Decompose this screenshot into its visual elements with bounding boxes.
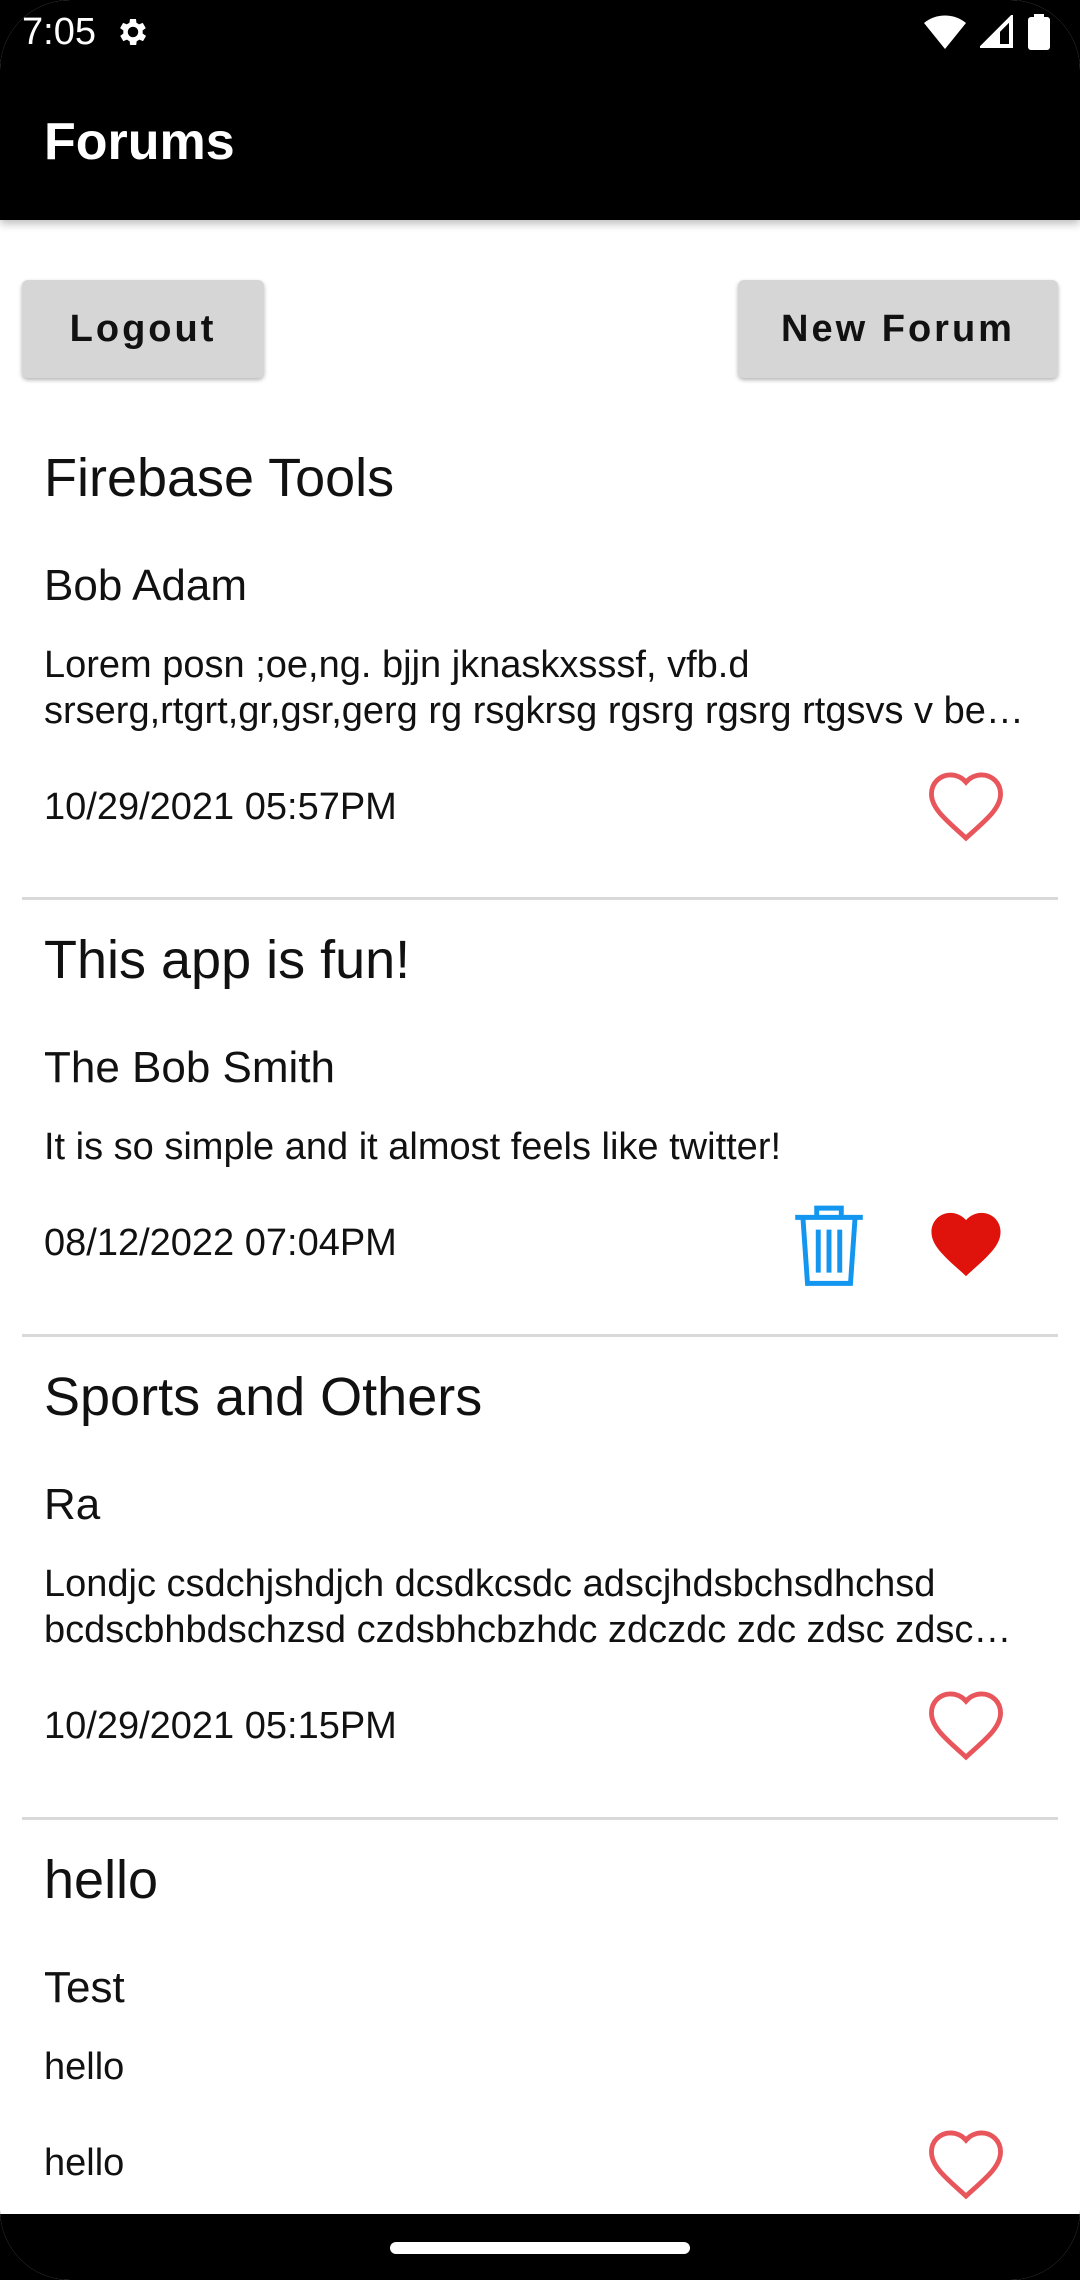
status-time: 7:05 <box>22 11 96 53</box>
page-title: Forums <box>44 113 235 171</box>
screen: 7:05 Forums Logout New Forum Firebase To… <box>0 0 1080 2280</box>
forum-list: Firebase Tools Bob Adam Lorem posn ;oe,n… <box>0 420 1080 2260</box>
forum-title: hello <box>44 1850 159 1910</box>
new-forum-button[interactable]: New Forum <box>738 280 1058 378</box>
status-bar: 7:05 <box>0 0 1080 64</box>
signal-icon <box>980 15 1013 48</box>
heart-outline-icon[interactable] <box>924 2126 1008 2202</box>
forum-author: Test <box>44 1963 125 2012</box>
forum-author: The Bob Smith <box>44 1043 336 1092</box>
logout-button[interactable]: Logout <box>22 280 264 378</box>
forum-item[interactable]: hello Test hello hello <box>0 1820 1080 2260</box>
forum-author: Bob Adam <box>44 561 248 610</box>
forum-date: 08/12/2022 07:04PM <box>44 1222 397 1264</box>
forum-item[interactable]: Firebase Tools Bob Adam Lorem posn ;oe,n… <box>0 420 1080 900</box>
navigation-bar <box>0 2214 1080 2280</box>
home-gesture-handle[interactable] <box>390 2242 690 2254</box>
forum-body: It is so simple and it almost feels like… <box>44 1126 782 1168</box>
forum-author: Ra <box>44 1480 101 1529</box>
trash-icon[interactable] <box>792 1202 866 1288</box>
gear-icon <box>120 18 147 46</box>
heart-filled-icon[interactable] <box>924 1206 1008 1282</box>
heart-outline-icon[interactable] <box>924 1687 1008 1763</box>
forum-date: 10/29/2021 05:15PM <box>44 1705 397 1747</box>
forum-item[interactable]: Sports and Others Ra Londjc csdchjshdjch… <box>0 1337 1080 1820</box>
forum-body: hello <box>44 2046 125 2088</box>
forum-body: Londjc csdchjshdjch dcsdkcsdc adscjhdsbc… <box>44 1563 974 1651</box>
forum-title: This app is fun! <box>44 930 411 990</box>
forum-title: Sports and Others <box>44 1367 483 1427</box>
forum-date: 10/29/2021 05:57PM <box>44 786 397 828</box>
wifi-icon <box>924 15 966 49</box>
heart-outline-icon[interactable] <box>924 768 1008 844</box>
battery-icon <box>1028 14 1050 50</box>
forum-body: Lorem posn ;oe,ng. bjjn jknaskxsssf, vfb… <box>44 644 1005 732</box>
app-bar: Forums <box>0 64 1080 220</box>
status-icons <box>924 12 1050 52</box>
forum-item[interactable]: This app is fun! The Bob Smith It is so … <box>0 900 1080 1337</box>
forum-title: Firebase Tools <box>44 448 395 508</box>
forum-date: hello <box>44 2142 125 2184</box>
